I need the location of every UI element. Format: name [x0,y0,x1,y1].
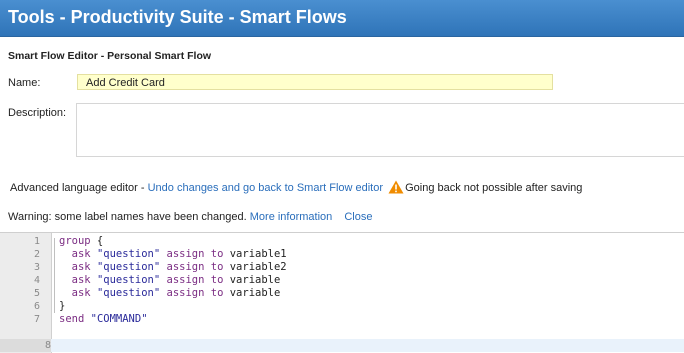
name-label: Name: [8,77,41,89]
code-text: ask "question" assign to variable [71,274,281,286]
warning-text: Going back not possible after saving [405,182,583,194]
line-number: 7 [33,314,40,325]
advanced-editor-line: Advanced language editor - Undo changes … [10,180,582,194]
code-line[interactable]: 4 ask "question" assign to variable [0,274,684,287]
code-line[interactable]: 1 group { [0,235,684,248]
more-information-link[interactable]: More information [250,211,333,223]
code-text: ask "question" assign to variable1 [71,248,287,260]
undo-changes-link[interactable]: Undo changes and go back to Smart Flow e… [148,182,383,194]
code-text: } [59,300,66,312]
code-line[interactable]: 5 ask "question" assign to variable [0,287,684,300]
code-text: ask "question" assign to variable [71,287,281,299]
description-label: Description: [8,107,67,119]
close-link[interactable]: Close [344,211,372,223]
code-line[interactable]: 6 } [0,300,684,313]
line-number: 8 [0,339,51,352]
line-number: 5 [33,288,40,299]
title-bar: Tools - Productivity Suite - Smart Flows [0,0,684,37]
line-number: 1 [33,236,40,247]
description-field[interactable] [76,103,684,157]
code-line[interactable]: 7 send "COMMAND" [0,313,684,326]
line-number: 6 [33,301,40,312]
code-line[interactable]: 3 ask "question" assign to variable2 [0,261,684,274]
label-change-notice: Warning: some label names have been chan… [8,211,372,223]
code-text: ask "question" assign to variable2 [71,261,287,273]
code-editor[interactable]: 1 group { 2 ask "question" assign to var… [0,232,684,353]
warning-triangle-icon [388,180,404,194]
code-text: send "COMMAND" [59,313,148,325]
line-number: 3 [33,262,40,273]
notice-text: Warning: some label names have been chan… [8,211,247,223]
advanced-editor-label: Advanced language editor - [10,182,148,194]
code-line[interactable]: 2 ask "question" assign to variable1 [0,248,684,261]
code-text: group { [59,235,104,247]
line-number: 2 [33,249,40,260]
code-line-active[interactable]: 8 [0,339,684,352]
page-title: Tools - Productivity Suite - Smart Flows [8,7,347,27]
editor-heading: Smart Flow Editor - Personal Smart Flow [8,50,212,62]
line-number: 4 [33,275,40,286]
name-field[interactable]: Add Credit Card [77,74,553,90]
